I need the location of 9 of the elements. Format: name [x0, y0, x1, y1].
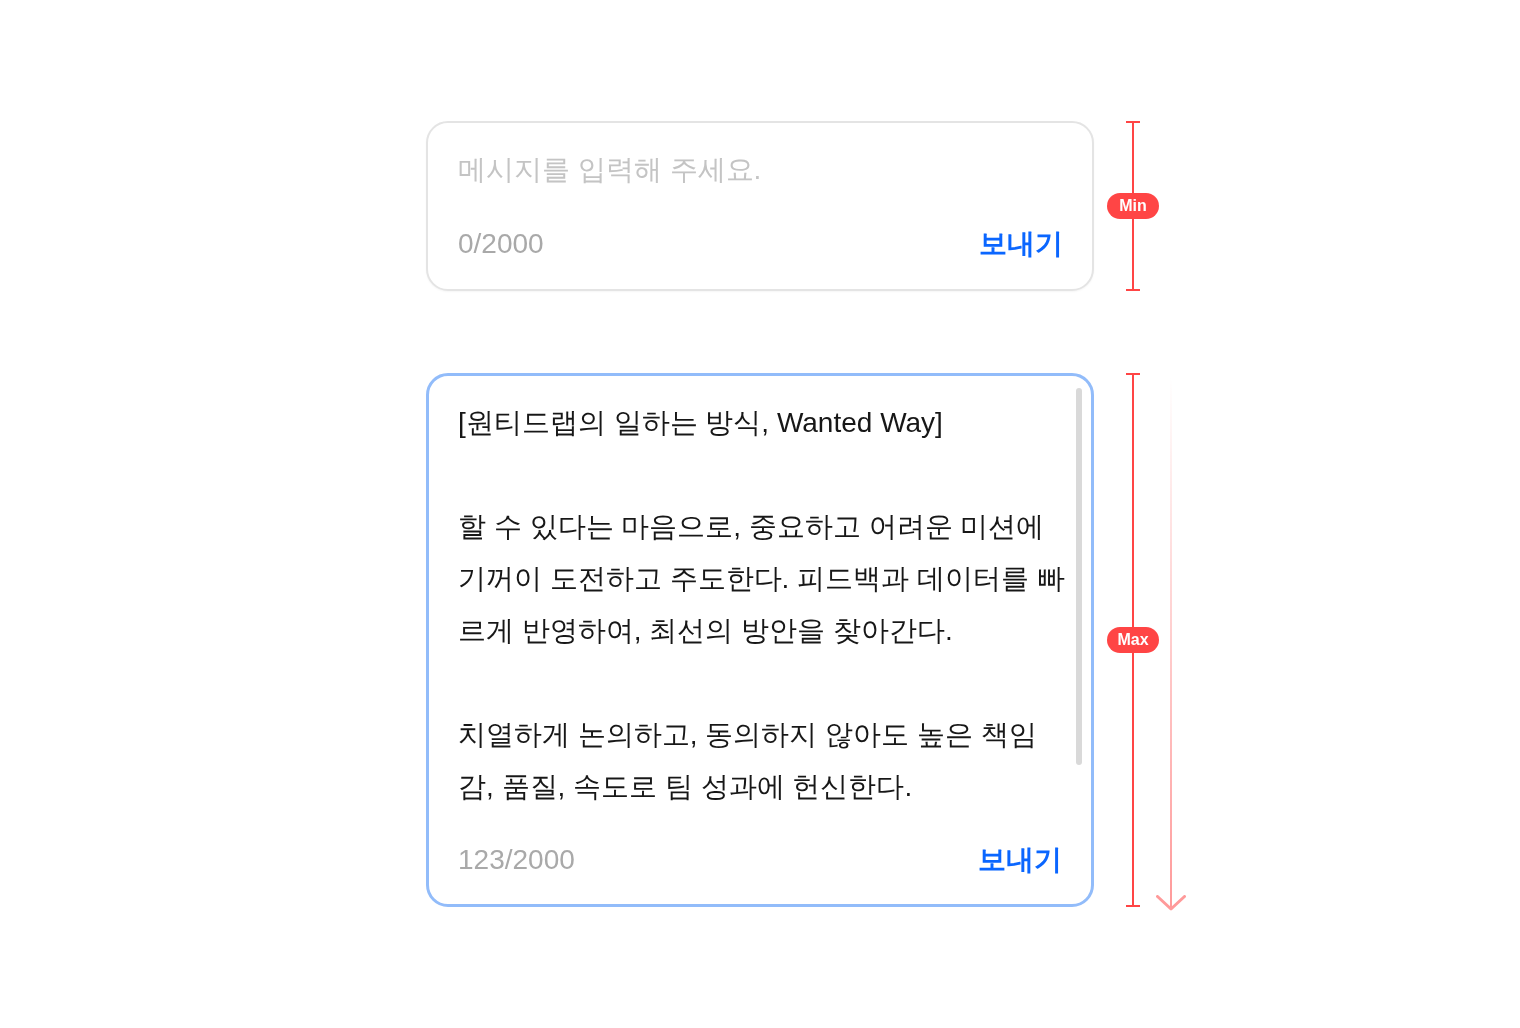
send-button[interactable]: 보내기 — [978, 841, 1062, 879]
send-button[interactable]: 보내기 — [979, 225, 1063, 263]
scrollbar[interactable] — [1076, 388, 1082, 765]
character-counter: 123/2000 — [458, 844, 575, 876]
message-field[interactable]: [원티드랩의 일하는 방식, Wanted Way] 할 수 있다는 마음으로, 중요하고 어려운 미션에 기꺼이 도전하고 주도한다. 피드백과 데이터를 빠르게 반영하여, 최선의 방안을 찾아간다. 치열하게 논의하고, 동의하지 않아도 높은 책임감, 품질, 속도로 팀 성과에 헌신한다. — [458, 397, 1067, 813]
message-field[interactable]: 메시지를 입력해 주세요. — [458, 150, 1063, 190]
character-counter: 0/2000 — [458, 228, 544, 260]
height-label: Min — [1107, 193, 1159, 219]
height-label: Max — [1107, 627, 1159, 653]
